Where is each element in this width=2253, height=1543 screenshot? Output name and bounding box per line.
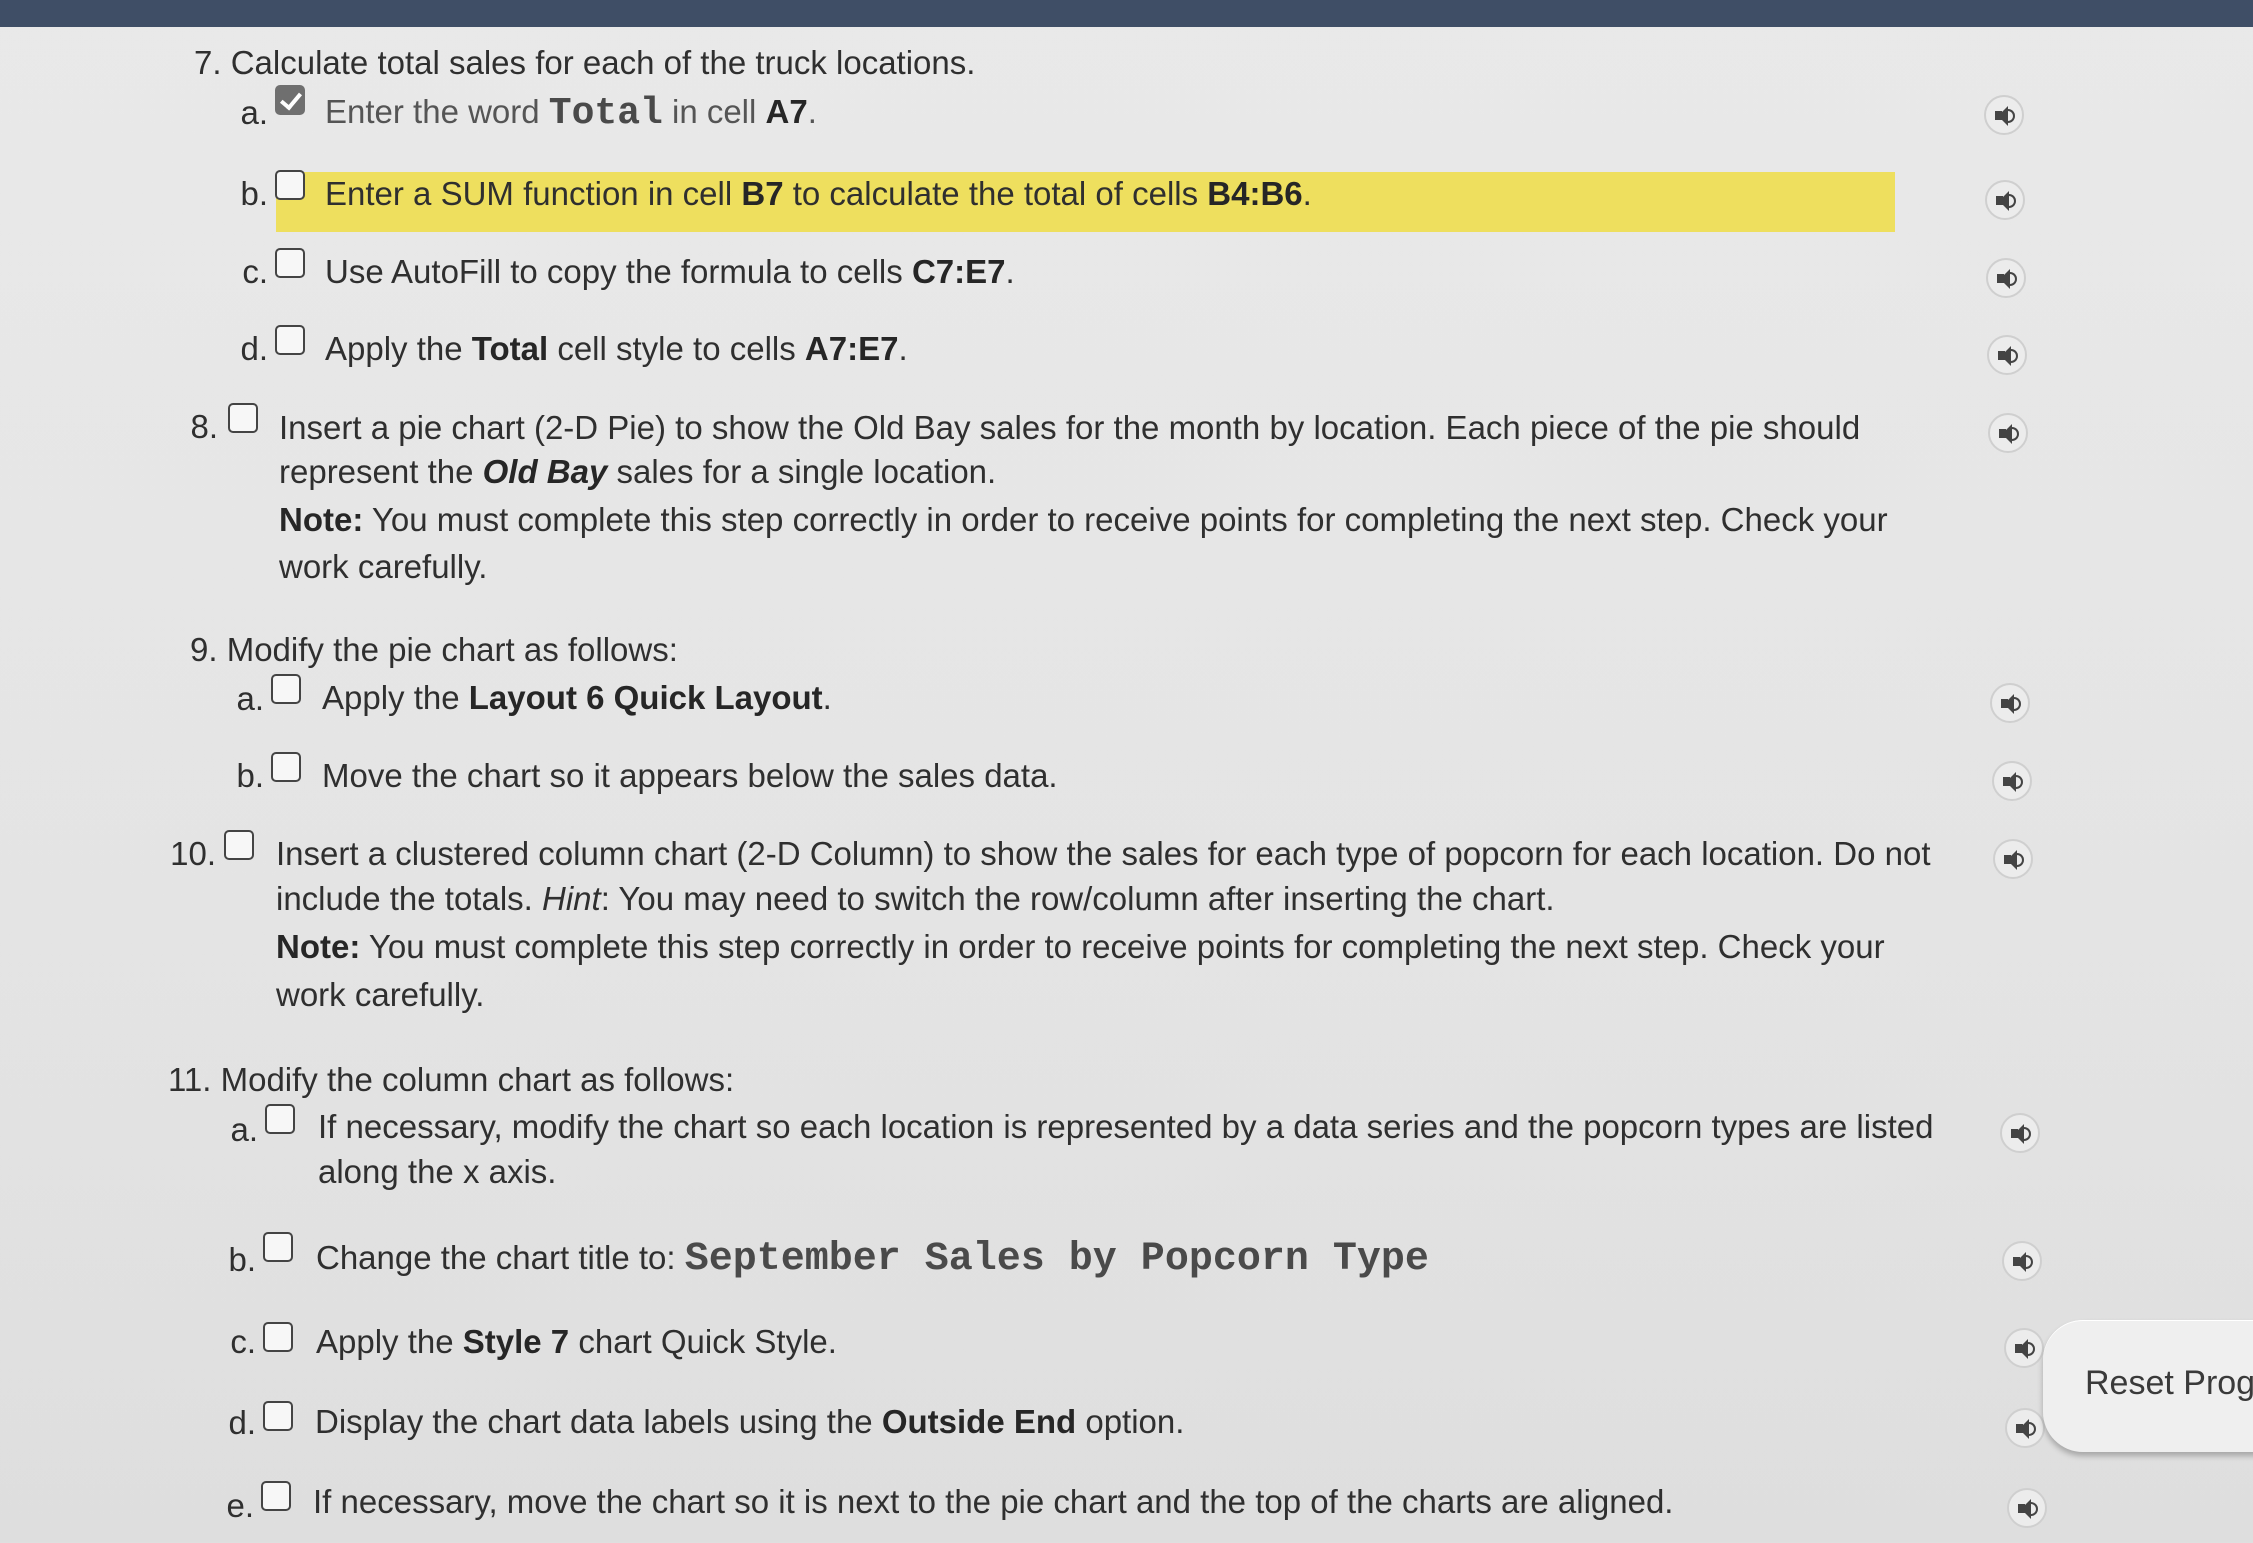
- speaker-icon[interactable]: [1992, 761, 2032, 801]
- step-11b-text: Change the chart title to: September Sal…: [316, 1237, 1429, 1282]
- speaker-icon[interactable]: [1988, 413, 2028, 453]
- step-7a-text: Enter the word Total in cell A7.: [325, 92, 817, 135]
- step-9a-label: a.: [236, 680, 264, 717]
- window-top-bar: [0, 0, 2253, 27]
- step-11b-checkbox[interactable]: [263, 1232, 293, 1262]
- step-11a-checkbox[interactable]: [265, 1104, 295, 1134]
- speaker-icon[interactable]: [2007, 1488, 2047, 1528]
- step-7-heading: 7. Calculate total sales for each of the…: [194, 44, 976, 81]
- speaker-icon[interactable]: [1993, 839, 2033, 879]
- step-11b-value: September Sales by Popcorn Type: [684, 1237, 1429, 1282]
- step-11a-line1: If necessary, modify the chart so each l…: [318, 1108, 1934, 1145]
- step-11c-label: c.: [230, 1323, 256, 1360]
- step-11e-checkbox[interactable]: [261, 1481, 291, 1511]
- step-9b-label: b.: [236, 757, 264, 794]
- speaker-icon[interactable]: [2002, 1241, 2042, 1281]
- step-8-number: 8.: [190, 408, 218, 445]
- step-11d-text: Display the chart data labels using the …: [315, 1403, 1185, 1440]
- step-7d-label: d.: [240, 330, 268, 367]
- speaker-icon[interactable]: [2000, 1113, 2040, 1153]
- step-11a-line2: along the x axis.: [318, 1153, 557, 1190]
- step-9a-checkbox[interactable]: [271, 674, 301, 704]
- step-11a-label: a.: [230, 1111, 258, 1148]
- step-7d-checkbox[interactable]: [275, 325, 305, 355]
- step-7b-label: b.: [240, 175, 268, 212]
- step-11d-checkbox[interactable]: [263, 1401, 293, 1431]
- step-7a-value: Total: [548, 92, 663, 135]
- step-9b-checkbox[interactable]: [271, 752, 301, 782]
- speaker-icon[interactable]: [1985, 180, 2025, 220]
- reset-progress-label: Reset Progr: [2085, 1364, 2253, 1402]
- step-11-heading: 11. Modify the column chart as follows:: [168, 1061, 735, 1098]
- step-7a-checkbox[interactable]: [275, 85, 305, 115]
- speaker-icon[interactable]: [2004, 1328, 2044, 1368]
- step-11c-text: Apply the Style 7 chart Quick Style.: [316, 1323, 837, 1360]
- speaker-icon[interactable]: [1987, 335, 2027, 375]
- step-10-checkbox[interactable]: [224, 830, 254, 860]
- step-7c-checkbox[interactable]: [275, 248, 305, 278]
- speaker-icon[interactable]: [2005, 1408, 2045, 1448]
- speaker-icon[interactable]: [1984, 95, 2024, 135]
- speaker-icon[interactable]: [1990, 683, 2030, 723]
- step-10-number: 10.: [170, 835, 216, 872]
- reset-progress-button[interactable]: Reset Progr: [2043, 1320, 2253, 1452]
- step-11b-label: b.: [228, 1241, 256, 1278]
- step-7c-label: c.: [242, 253, 268, 290]
- step-9b-text: Move the chart so it appears below the s…: [322, 757, 1058, 794]
- step-8-line2: represent the Old Bay sales for a single…: [279, 453, 997, 490]
- step-10-note: Note: You must complete this step correc…: [276, 928, 1885, 965]
- step-10-line2: include the totals. Hint: You may need t…: [276, 880, 1555, 917]
- step-10-line1: Insert a clustered column chart (2-D Col…: [276, 835, 1931, 872]
- step-9-heading: 9. Modify the pie chart as follows:: [190, 631, 678, 668]
- step-11c-checkbox[interactable]: [263, 1322, 293, 1352]
- step-7c-text: Use AutoFill to copy the formula to cell…: [325, 253, 1015, 290]
- step-11e-text: If necessary, move the chart so it is ne…: [313, 1483, 1674, 1520]
- step-9a-text: Apply the Layout 6 Quick Layout.: [322, 679, 832, 716]
- step-8-line1: Insert a pie chart (2-D Pie) to show the…: [279, 409, 1861, 446]
- step-7b-text: Enter a SUM function in cell B7 to calcu…: [325, 175, 1312, 212]
- step-8-checkbox[interactable]: [228, 403, 258, 433]
- step-8-note: Note: You must complete this step correc…: [279, 501, 1888, 538]
- step-11d-label: d.: [228, 1404, 256, 1441]
- step-11e-label: e.: [226, 1487, 254, 1524]
- step-8-note-line2: work carefully.: [279, 548, 488, 585]
- step-7d-text: Apply the Total cell style to cells A7:E…: [325, 330, 908, 367]
- step-7b-checkbox[interactable]: [275, 170, 305, 200]
- speaker-icon[interactable]: [1986, 258, 2026, 298]
- step-7a-label: a.: [240, 94, 268, 131]
- step-10-note-line2: work carefully.: [276, 976, 485, 1013]
